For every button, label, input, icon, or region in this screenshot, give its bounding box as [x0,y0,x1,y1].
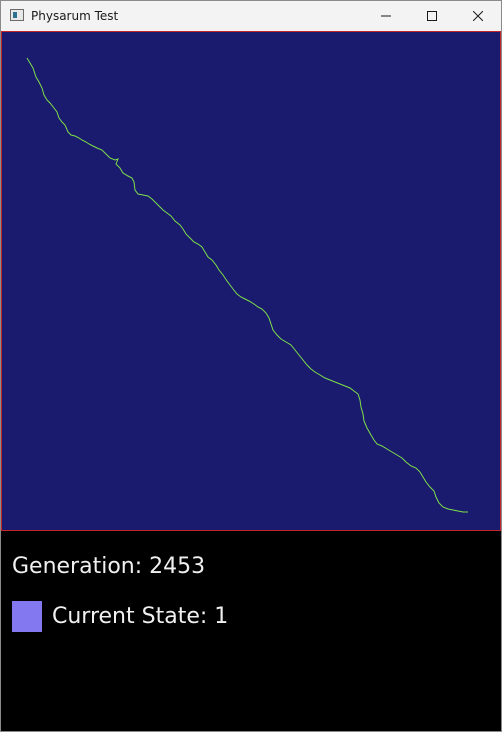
current-state-readout: Current State: 1 [52,604,228,630]
maximize-icon [427,11,437,21]
title-bar[interactable]: Physarum Test [1,1,501,31]
current-state-label: Current State: [52,604,208,629]
close-icon [473,11,483,21]
generation-value: 2453 [149,554,206,579]
app-window: Physarum Test Generation: 2453 Current S… [0,0,502,732]
physarum-trail-layer [26,57,468,513]
generation-readout: Generation: 2453 [12,554,205,580]
window-title: Physarum Test [31,9,119,23]
minimize-button[interactable] [363,1,409,31]
current-state-value: 1 [214,604,229,629]
generation-label: Generation: [12,554,143,579]
app-window-icon [10,9,24,21]
minimize-icon [381,15,391,17]
current-state-swatch [12,601,42,632]
simulation-canvas[interactable] [1,31,501,531]
maximize-button[interactable] [409,1,455,31]
physarum-trail [26,57,468,513]
close-button[interactable] [455,1,501,31]
